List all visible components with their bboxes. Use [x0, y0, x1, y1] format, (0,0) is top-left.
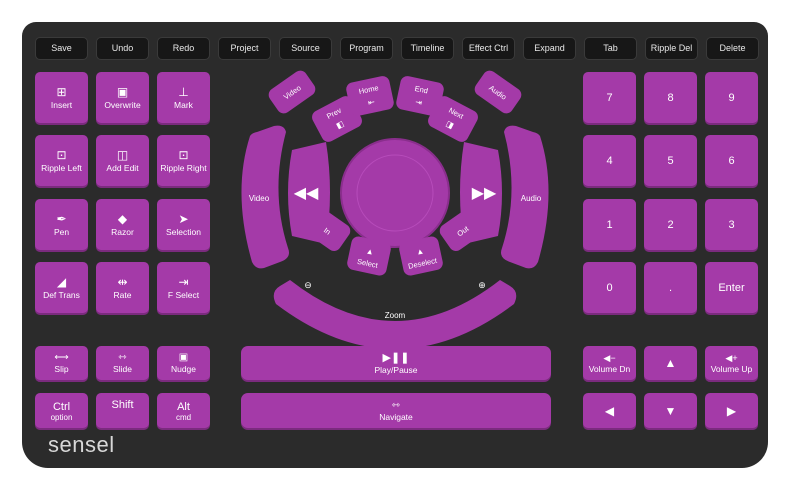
sensel-logo: sensel — [48, 432, 115, 457]
zoom-label: Zoom — [385, 311, 406, 320]
home-button[interactable]: Home ⇤ — [345, 75, 395, 117]
video-button[interactable]: Video — [266, 68, 318, 116]
arrow-left-icon: ◀ — [604, 403, 615, 418]
audio-arc-label: Audio — [521, 194, 542, 203]
play-pause-bar[interactable]: ▶❚❚ Play/Pause — [241, 346, 551, 382]
volume-down-icon: ◀− — [603, 352, 616, 363]
num-9-key[interactable]: 9 — [705, 72, 758, 125]
arrow-left-key[interactable]: ◀ — [583, 393, 636, 430]
volume-down-label: Volume Dn — [588, 363, 631, 374]
num-dot-key[interactable]: . — [644, 262, 697, 315]
audio-button[interactable]: Audio — [472, 68, 524, 116]
arrow-up-key[interactable]: ▲ — [644, 346, 697, 382]
enter-key[interactable]: Enter — [705, 262, 758, 315]
play-pause-icon: ▶❚❚ — [382, 351, 410, 364]
num-2-key[interactable]: 2 — [644, 199, 697, 252]
volume-up-label: Volume Up — [710, 363, 753, 374]
navigate-bar[interactable]: ⇿ Navigate — [241, 393, 551, 430]
num-4-key[interactable]: 4 — [583, 135, 636, 188]
volume-up-icon: ◀+ — [725, 352, 738, 363]
zoom-in-icon: ⊕ — [478, 280, 486, 290]
arrow-right-key[interactable]: ▶ — [705, 393, 758, 430]
video-arc-label: Video — [249, 194, 270, 203]
navigate-label: Navigate — [379, 411, 413, 422]
num-3-key[interactable]: 3 — [705, 199, 758, 252]
arrow-down-icon: ▼ — [664, 403, 677, 418]
play-pause-label: Play/Pause — [374, 364, 418, 375]
fast-forward-icon: ▶▶ — [472, 185, 497, 202]
keyboard-overlay: Save Undo Redo Project Source Program Ti… — [22, 22, 768, 468]
num-8-key[interactable]: 8 — [644, 72, 697, 125]
num-6-key[interactable]: 6 — [705, 135, 758, 188]
num-5-key[interactable]: 5 — [644, 135, 697, 188]
volume-down-key[interactable]: ◀− Volume Dn — [583, 346, 636, 382]
num-1-key[interactable]: 1 — [583, 199, 636, 252]
volume-up-key[interactable]: ◀+ Volume Up — [705, 346, 758, 382]
num-7-key[interactable]: 7 — [583, 72, 636, 125]
num-0-key[interactable]: 0 — [583, 262, 636, 315]
zoom-out-icon: ⊖ — [304, 280, 312, 290]
arrow-up-icon: ▲ — [664, 356, 677, 371]
arrow-right-icon: ▶ — [726, 403, 737, 418]
navigate-icon: ⇿ — [391, 399, 401, 411]
arrow-down-key[interactable]: ▼ — [644, 393, 697, 430]
rewind-icon: ◀◀ — [294, 185, 319, 202]
